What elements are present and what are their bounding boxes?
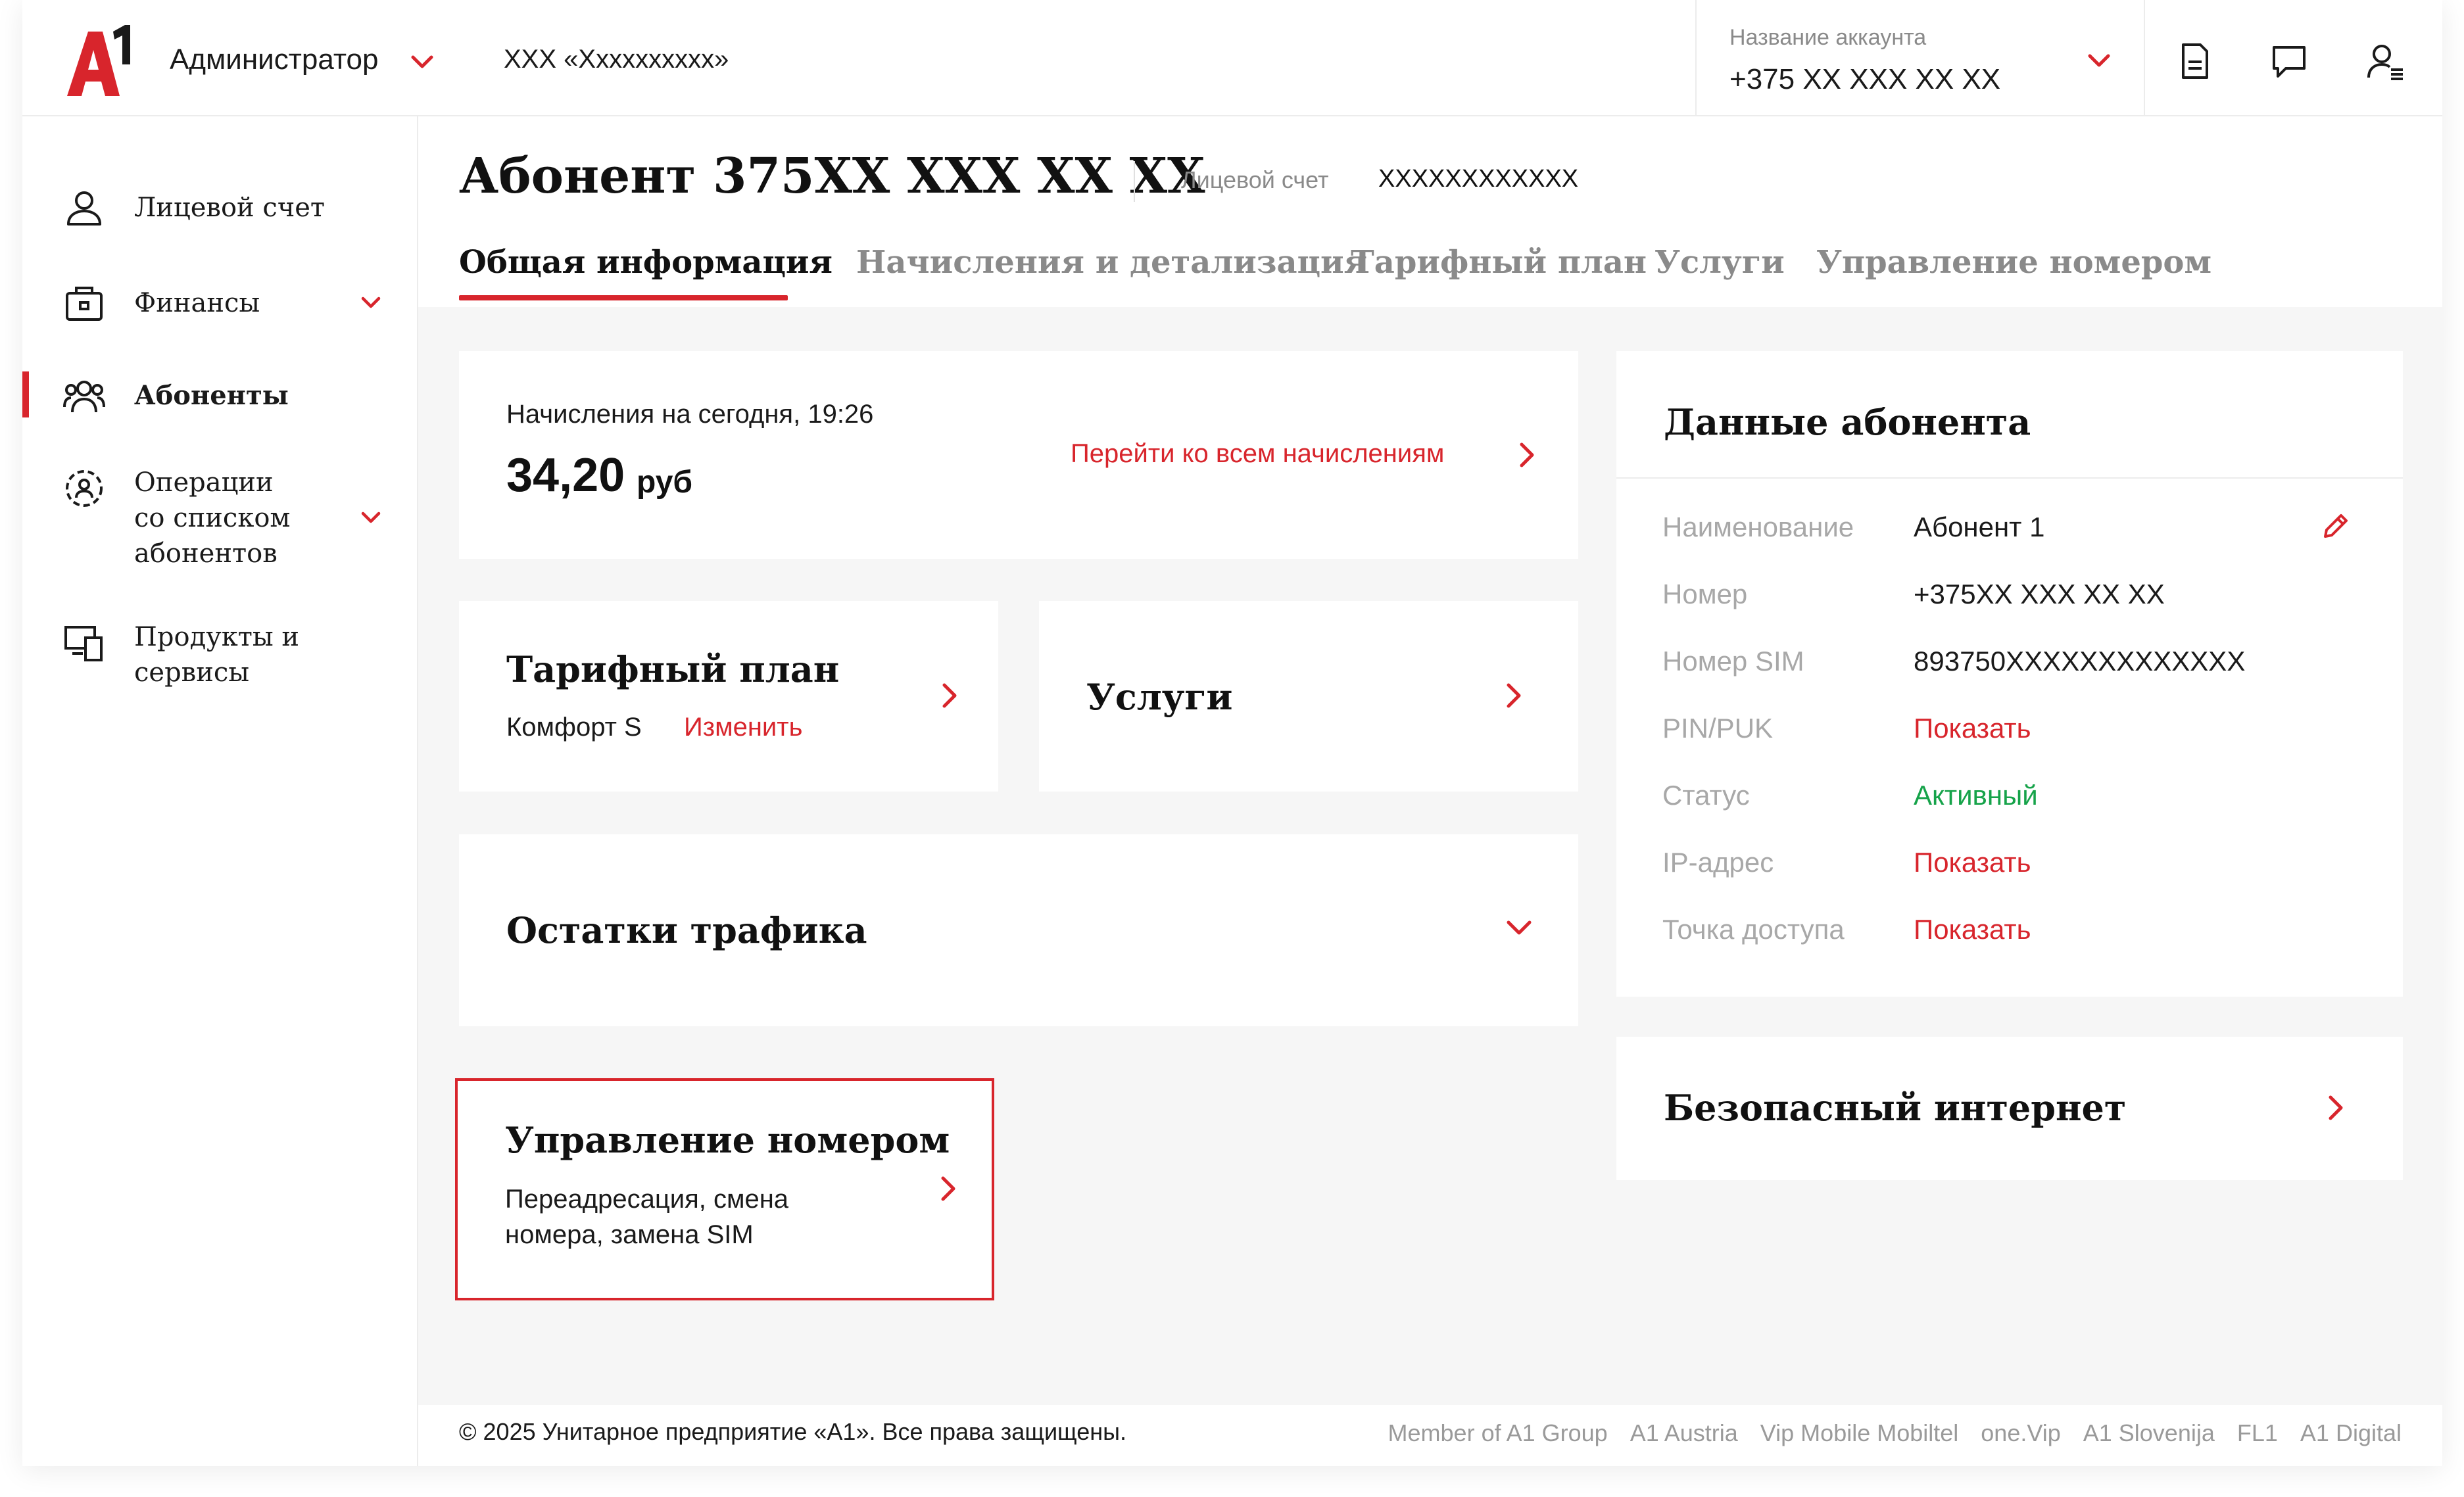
row-label: Статус: [1662, 780, 1750, 811]
chat-icon[interactable]: [2269, 41, 2309, 82]
chevron-down-icon[interactable]: [358, 504, 384, 531]
row-label: Номер SIM: [1662, 646, 1804, 677]
divider: [1616, 477, 2403, 479]
chevron-right-icon[interactable]: [1511, 439, 1543, 471]
chevron-right-icon[interactable]: [934, 680, 965, 711]
footer-link[interactable]: one.Vip: [1981, 1419, 2060, 1447]
account-number-value: XXXXXXXXXXXX: [1378, 165, 1579, 193]
services-title: Услуги: [1086, 676, 1233, 718]
tab-tariff[interactable]: Тарифный план: [1351, 244, 1647, 281]
users-circle-icon: [66, 470, 103, 507]
active-tab-underline: [459, 295, 788, 300]
charges-card: Начисления на сегодня, 19:26 34,20 руб П…: [459, 351, 1578, 559]
charges-label: Начисления на сегодня, 19:26: [506, 400, 874, 429]
number-management-desc-1: Переадресация, смена: [505, 1185, 789, 1214]
number-management-title: Управление номером: [505, 1119, 950, 1161]
footer-link[interactable]: A1 Digital: [2300, 1419, 2402, 1447]
tariff-name: Комфорт S: [506, 713, 642, 742]
top-header: Администратор ХХХ «Хххххххххх» Название …: [22, 0, 2442, 116]
row-value: +375XX XXX XX XX: [1914, 579, 2165, 609]
subscriber-data-card: Данные абонента Наименование Абонент 1 Н…: [1616, 351, 2403, 997]
row-value: Абонент 1: [1914, 511, 2045, 542]
row-label: Точка доступа: [1662, 914, 1845, 945]
account-label: Название аккаунта: [1729, 25, 1927, 50]
footer-link[interactable]: A1 Austria: [1630, 1419, 1738, 1447]
app-window: Администратор ХХХ «Хххххххххх» Название …: [22, 0, 2442, 1466]
tab-services[interactable]: Услуги: [1655, 244, 1785, 281]
sidebar-item-subscribers[interactable]: Абоненты: [22, 371, 417, 424]
footer: © 2025 Унитарное предприятие «А1». Все п…: [418, 1405, 2442, 1466]
footer-link[interactable]: Vip Mobile Mobiltel: [1760, 1419, 1958, 1447]
footer-link[interactable]: A1 Slovenija: [2083, 1419, 2215, 1447]
traffic-card[interactable]: Остатки трафика: [459, 834, 1578, 1026]
show-pin-puk-link[interactable]: Показать: [1914, 713, 2031, 744]
role-label[interactable]: Администратор: [170, 43, 378, 76]
number-management-card[interactable]: Управление номером Переадресация, смена …: [455, 1078, 994, 1300]
divider: [1134, 161, 1135, 202]
chevron-right-icon[interactable]: [2320, 1092, 2352, 1124]
sidebar-item-label: Финансы: [134, 288, 260, 318]
show-ip-link[interactable]: Показать: [1914, 847, 2031, 878]
row-value: 893750XXXXXXXXXXXXX: [1914, 646, 2246, 677]
row-label: Номер: [1662, 579, 1748, 609]
account-chevron-down-icon[interactable]: [2085, 46, 2114, 75]
safe-internet-card[interactable]: Безопасный интернет: [1616, 1037, 2403, 1180]
page-title: Абонент 375XX XXX XX XX: [459, 148, 1205, 204]
edit-pencil-icon[interactable]: [2320, 511, 2350, 542]
a1-logo[interactable]: [62, 25, 134, 99]
chevron-right-icon[interactable]: [932, 1173, 964, 1204]
profile-settings-icon[interactable]: [2365, 41, 2405, 82]
person-icon: [67, 191, 101, 226]
copyright-text: © 2025 Унитарное предприятие «А1». Все п…: [459, 1418, 1127, 1445]
footer-links: Member of A1 Group A1 Austria Vip Mobile…: [1388, 1419, 2402, 1447]
traffic-title: Остатки трафика: [506, 909, 867, 951]
change-tariff-link[interactable]: Изменить: [684, 713, 802, 742]
main-content: Абонент 375XX XXX XX XX Лицевой счет XXX…: [418, 116, 2442, 1466]
chevron-down-icon[interactable]: [1503, 912, 1535, 943]
charges-amount: 34,20: [506, 449, 625, 502]
sidebar: Лицевой счет Финансы Абоненты Операции с…: [22, 116, 418, 1466]
row-label: IP-адрес: [1662, 847, 1774, 878]
users-icon: [63, 381, 105, 413]
footer-link[interactable]: FL1: [2237, 1419, 2278, 1447]
status-value: Активный: [1914, 780, 2038, 811]
charges-currency: руб: [637, 465, 693, 500]
sidebar-item-label: Продукты и сервисы: [134, 622, 300, 688]
subscriber-data-title: Данные абонента: [1664, 401, 2031, 443]
devices-icon: [64, 626, 103, 661]
tariff-card[interactable]: Тарифный план Комфорт S Изменить: [459, 601, 998, 792]
account-phone: +375 XX XXX XX XX: [1729, 63, 2001, 95]
safe-internet-title: Безопасный интернет: [1664, 1087, 2127, 1129]
sidebar-item-label: Операции со списком абонентов: [134, 467, 291, 569]
tariff-title: Тарифный план: [506, 648, 840, 690]
role-chevron-down-icon[interactable]: [408, 47, 437, 76]
chevron-right-icon[interactable]: [1498, 680, 1530, 711]
sidebar-item-products[interactable]: Продукты и сервисы: [22, 619, 417, 698]
footer-link[interactable]: Member of A1 Group: [1388, 1419, 1608, 1447]
chevron-down-icon[interactable]: [358, 289, 384, 316]
sidebar-item-finance[interactable]: Финансы: [22, 277, 417, 330]
tab-number-management[interactable]: Управление номером: [1816, 244, 2211, 281]
account-selector[interactable]: Название аккаунта +375 XX XXX XX XX: [1695, 0, 2145, 115]
row-label: Наименование: [1662, 511, 1854, 542]
tab-general[interactable]: Общая информация: [459, 244, 833, 281]
sidebar-item-label: Абоненты: [134, 380, 289, 411]
number-management-desc-2: номера, замена SIM: [505, 1220, 754, 1249]
show-apn-link[interactable]: Показать: [1914, 914, 2031, 945]
sidebar-item-account[interactable]: Лицевой счет: [22, 182, 417, 235]
document-icon[interactable]: [2174, 41, 2215, 82]
all-charges-link[interactable]: Перейти ко всем начислениям: [1071, 439, 1444, 469]
sidebar-item-operations[interactable]: Операции со списком абонентов: [22, 465, 417, 583]
company-name: ХХХ «Хххххххххх»: [504, 45, 729, 74]
tab-charges[interactable]: Начисления и детализация: [856, 244, 1367, 281]
account-number-label: Лицевой счет: [1181, 166, 1329, 193]
sidebar-item-label: Лицевой счет: [134, 193, 326, 223]
services-card[interactable]: Услуги: [1039, 601, 1578, 792]
row-label: PIN/PUK: [1662, 713, 1774, 744]
page-header: Абонент 375XX XXX XX XX Лицевой счет XXX…: [418, 116, 2442, 307]
wallet-icon: [66, 287, 103, 321]
